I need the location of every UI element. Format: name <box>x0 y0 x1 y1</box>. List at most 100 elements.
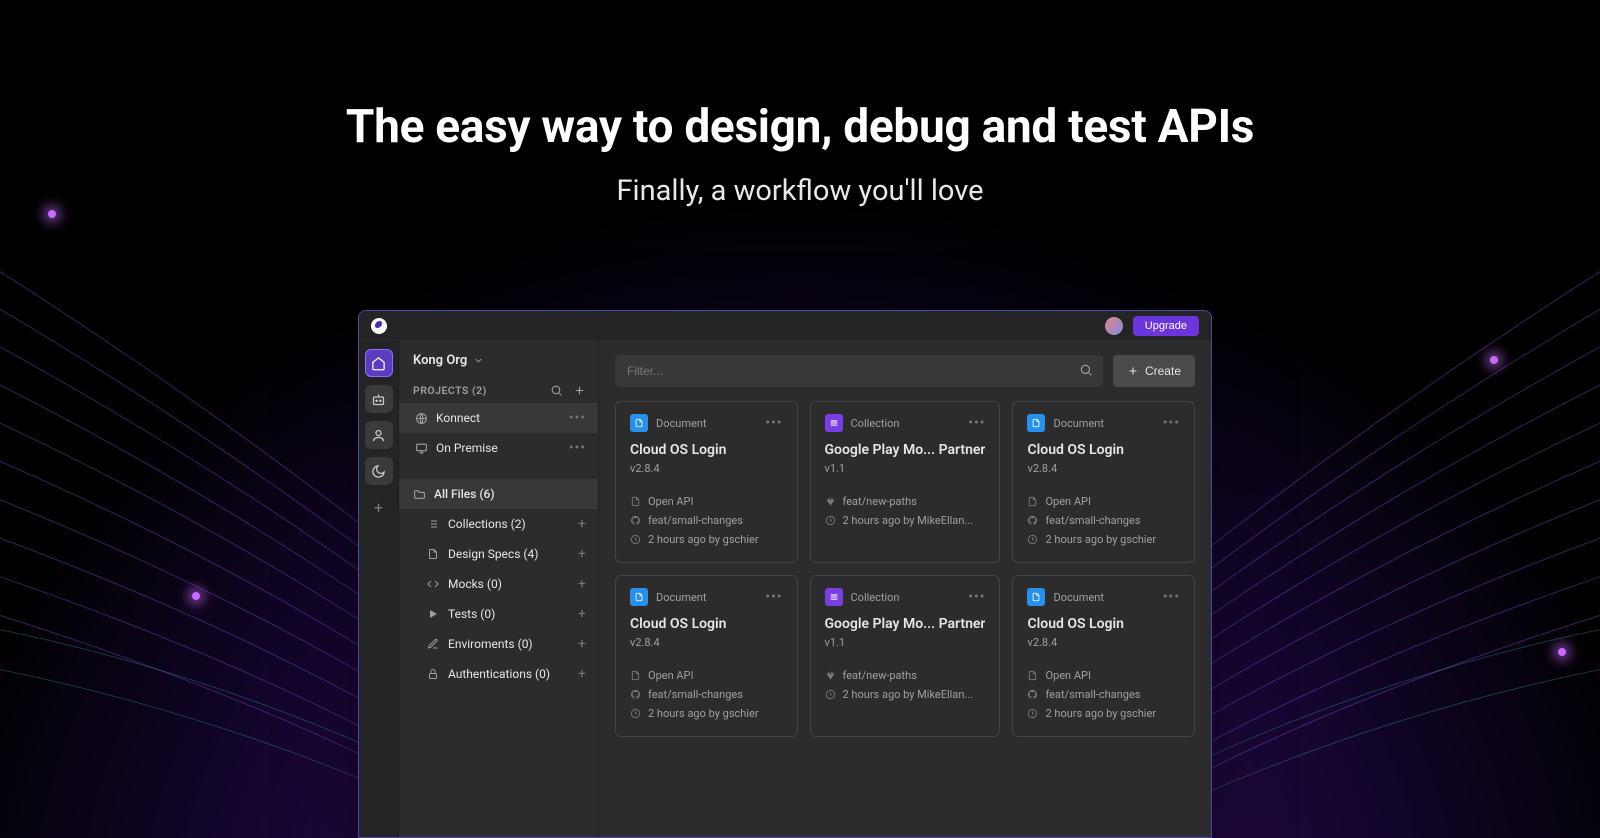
project-item-konnect[interactable]: Konnect ••• <box>399 403 598 433</box>
plus-icon <box>1127 365 1139 377</box>
card-meta-branch: feat/small-changes <box>630 688 783 701</box>
lock-icon <box>427 668 439 680</box>
card-version: v2.8.4 <box>1027 636 1180 649</box>
project-item-on-premise[interactable]: On Premise ••• <box>399 433 598 463</box>
card-more-icon[interactable]: ••• <box>765 415 782 431</box>
file-category-mocks[interactable]: Mocks (0) + <box>399 569 598 599</box>
add-icon[interactable]: + <box>578 516 586 532</box>
card-title: Google Play Mo... Partner <box>825 442 986 458</box>
workspace-card[interactable]: Document ••• Cloud OS Login v2.8.4 Open … <box>615 575 798 737</box>
card-type-label: Document <box>656 417 706 430</box>
filter-input[interactable] <box>615 355 1103 387</box>
card-more-icon[interactable]: ••• <box>968 589 985 605</box>
card-meta-spec: Open API <box>630 495 783 508</box>
hero-title: The easy way to design, debug and test A… <box>0 100 1600 154</box>
card-meta-spec: Open API <box>630 669 783 682</box>
avatar[interactable] <box>1105 317 1123 335</box>
hero: The easy way to design, debug and test A… <box>0 0 1600 208</box>
add-icon[interactable]: + <box>578 546 586 562</box>
add-icon[interactable]: + <box>578 576 586 592</box>
card-version: v2.8.4 <box>1027 462 1180 475</box>
card-meta-time: 2 hours ago by gschier <box>1027 707 1180 720</box>
search-icon[interactable] <box>550 384 563 397</box>
card-title: Cloud OS Login <box>1027 442 1180 458</box>
file-category-label: Mocks (0) <box>448 577 502 591</box>
card-more-icon[interactable]: ••• <box>1163 415 1180 431</box>
card-meta-branch: feat/new-paths <box>825 669 986 682</box>
gitlab-icon <box>825 670 836 681</box>
folder-icon <box>413 488 426 501</box>
add-icon[interactable]: + <box>578 636 586 652</box>
add-project-icon[interactable] <box>573 384 586 397</box>
moon-icon <box>371 464 386 479</box>
code-icon <box>427 578 439 590</box>
org-name: Kong Org <box>413 353 467 368</box>
rail-add-button[interactable]: + <box>365 493 393 521</box>
file-category-label: Collections (2) <box>448 517 526 531</box>
card-title: Cloud OS Login <box>630 442 783 458</box>
cards-grid: Document ••• Cloud OS Login v2.8.4 Open … <box>615 401 1195 737</box>
card-meta-branch: feat/new-paths <box>825 495 986 508</box>
card-version: v2.8.4 <box>630 462 783 475</box>
workspace-card[interactable]: Collection ••• Google Play Mo... Partner… <box>810 401 1001 563</box>
upgrade-button[interactable]: Upgrade <box>1133 316 1199 336</box>
left-rail: + <box>359 341 399 837</box>
org-switcher[interactable]: Kong Org <box>399 341 598 378</box>
file-icon <box>630 496 641 507</box>
card-meta-branch: feat/small-changes <box>1027 514 1180 527</box>
project-label: Konnect <box>436 411 480 425</box>
file-category-tests[interactable]: Tests (0)+ <box>399 599 598 629</box>
projects-header-label: PROJECTS (2) <box>413 384 487 397</box>
document-icon <box>1027 414 1045 432</box>
workspace-card[interactable]: Document ••• Cloud OS Login v2.8.4 Open … <box>1012 575 1195 737</box>
create-button[interactable]: Create <box>1113 355 1195 387</box>
search-icon[interactable] <box>1079 363 1093 377</box>
card-type-label: Collection <box>851 417 900 430</box>
card-meta-time: 2 hours ago by MikeEllan... <box>825 514 986 527</box>
titlebar: Upgrade <box>359 311 1211 341</box>
card-more-icon[interactable]: ••• <box>968 415 985 431</box>
file-icon <box>1027 670 1038 681</box>
projects-header: PROJECTS (2) <box>399 378 598 403</box>
document-icon <box>630 414 648 432</box>
file-category-design[interactable]: Design Specs (4)+ <box>399 539 598 569</box>
file-icon <box>630 670 641 681</box>
clock-icon <box>1027 708 1038 719</box>
file-category-collections[interactable]: Collections (2) + <box>399 509 598 539</box>
card-type-label: Collection <box>851 591 900 604</box>
document-icon <box>1027 588 1045 606</box>
rail-user[interactable] <box>365 421 393 449</box>
app-logo-icon <box>371 318 387 334</box>
rail-moon[interactable] <box>365 457 393 485</box>
card-title: Cloud OS Login <box>1027 616 1180 632</box>
card-type-label: Document <box>656 591 706 604</box>
more-icon[interactable]: ••• <box>569 410 586 426</box>
add-icon[interactable]: + <box>578 606 586 622</box>
file-category-enviroments[interactable]: Enviroments (0)+ <box>399 629 598 659</box>
project-label: On Premise <box>436 441 498 455</box>
all-files-label: All Files (6) <box>434 487 495 501</box>
main-panel: Create Document ••• Cloud OS Login v2.8.… <box>599 341 1211 837</box>
add-icon[interactable]: + <box>578 666 586 682</box>
workspace-card[interactable]: Document ••• Cloud OS Login v2.8.4 Open … <box>615 401 798 563</box>
rail-home[interactable] <box>365 349 393 377</box>
card-meta-spec: Open API <box>1027 669 1180 682</box>
card-more-icon[interactable]: ••• <box>1163 589 1180 605</box>
bot-icon <box>371 392 386 407</box>
all-files-row[interactable]: All Files (6) <box>399 479 598 509</box>
gitlab-icon <box>825 496 836 507</box>
clock-icon <box>630 534 641 545</box>
workspace-card[interactable]: Document ••• Cloud OS Login v2.8.4 Open … <box>1012 401 1195 563</box>
card-meta-time: 2 hours ago by gschier <box>1027 533 1180 546</box>
file-category-authentications[interactable]: Authentications (0)+ <box>399 659 598 689</box>
more-icon[interactable]: ••• <box>569 440 586 456</box>
rail-bot[interactable] <box>365 385 393 413</box>
file-icon <box>427 548 439 560</box>
document-icon <box>630 588 648 606</box>
card-title: Cloud OS Login <box>630 616 783 632</box>
play-icon <box>427 608 439 620</box>
github-icon <box>630 515 641 526</box>
card-more-icon[interactable]: ••• <box>765 589 782 605</box>
card-meta-branch: feat/small-changes <box>1027 688 1180 701</box>
workspace-card[interactable]: Collection ••• Google Play Mo... Partner… <box>810 575 1001 737</box>
